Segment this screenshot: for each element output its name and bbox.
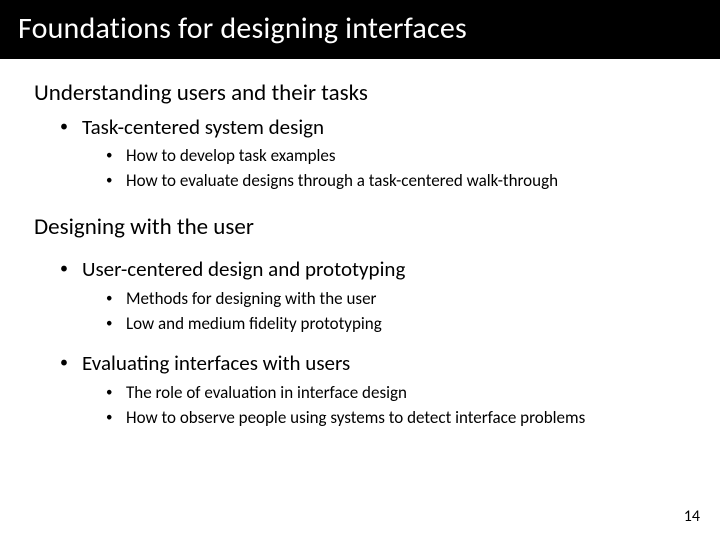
sub-item: How to develop task examples xyxy=(106,145,692,168)
slide-title: Foundations for designing interfaces xyxy=(18,10,702,47)
sub-item: How to observe people using systems to d… xyxy=(106,407,692,430)
sub-item: Methods for designing with the user xyxy=(106,288,692,311)
title-bar: Foundations for designing interfaces xyxy=(0,0,720,59)
list-item: User-centered design and prototyping Met… xyxy=(60,255,692,335)
item-label: User-centered design and prototyping xyxy=(82,256,405,282)
sub-list: Methods for designing with the user Low … xyxy=(106,288,692,336)
sub-list: The role of evaluation in interface desi… xyxy=(106,382,692,430)
page-number: 14 xyxy=(684,507,700,526)
slide: Foundations for designing interfaces Und… xyxy=(0,0,720,540)
list-item: Task-centered system design How to devel… xyxy=(60,113,692,193)
item-label: Evaluating interfaces with users xyxy=(82,350,350,376)
sub-item: Low and medium fidelity prototyping xyxy=(106,313,692,336)
sub-item: How to evaluate designs through a task-c… xyxy=(106,170,692,193)
sub-item: The role of evaluation in interface desi… xyxy=(106,382,692,405)
item-label: Task-centered system design xyxy=(82,114,324,140)
sub-list: How to develop task examples How to eval… xyxy=(106,145,692,193)
bullet-list: User-centered design and prototyping Met… xyxy=(60,255,692,429)
list-item: Evaluating interfaces with users The rol… xyxy=(60,349,692,429)
section-heading: Understanding users and their tasks xyxy=(34,79,692,107)
bullet-list: Task-centered system design How to devel… xyxy=(60,113,692,193)
section-heading: Designing with the user xyxy=(34,213,692,241)
slide-body: Understanding users and their tasks Task… xyxy=(0,59,720,430)
